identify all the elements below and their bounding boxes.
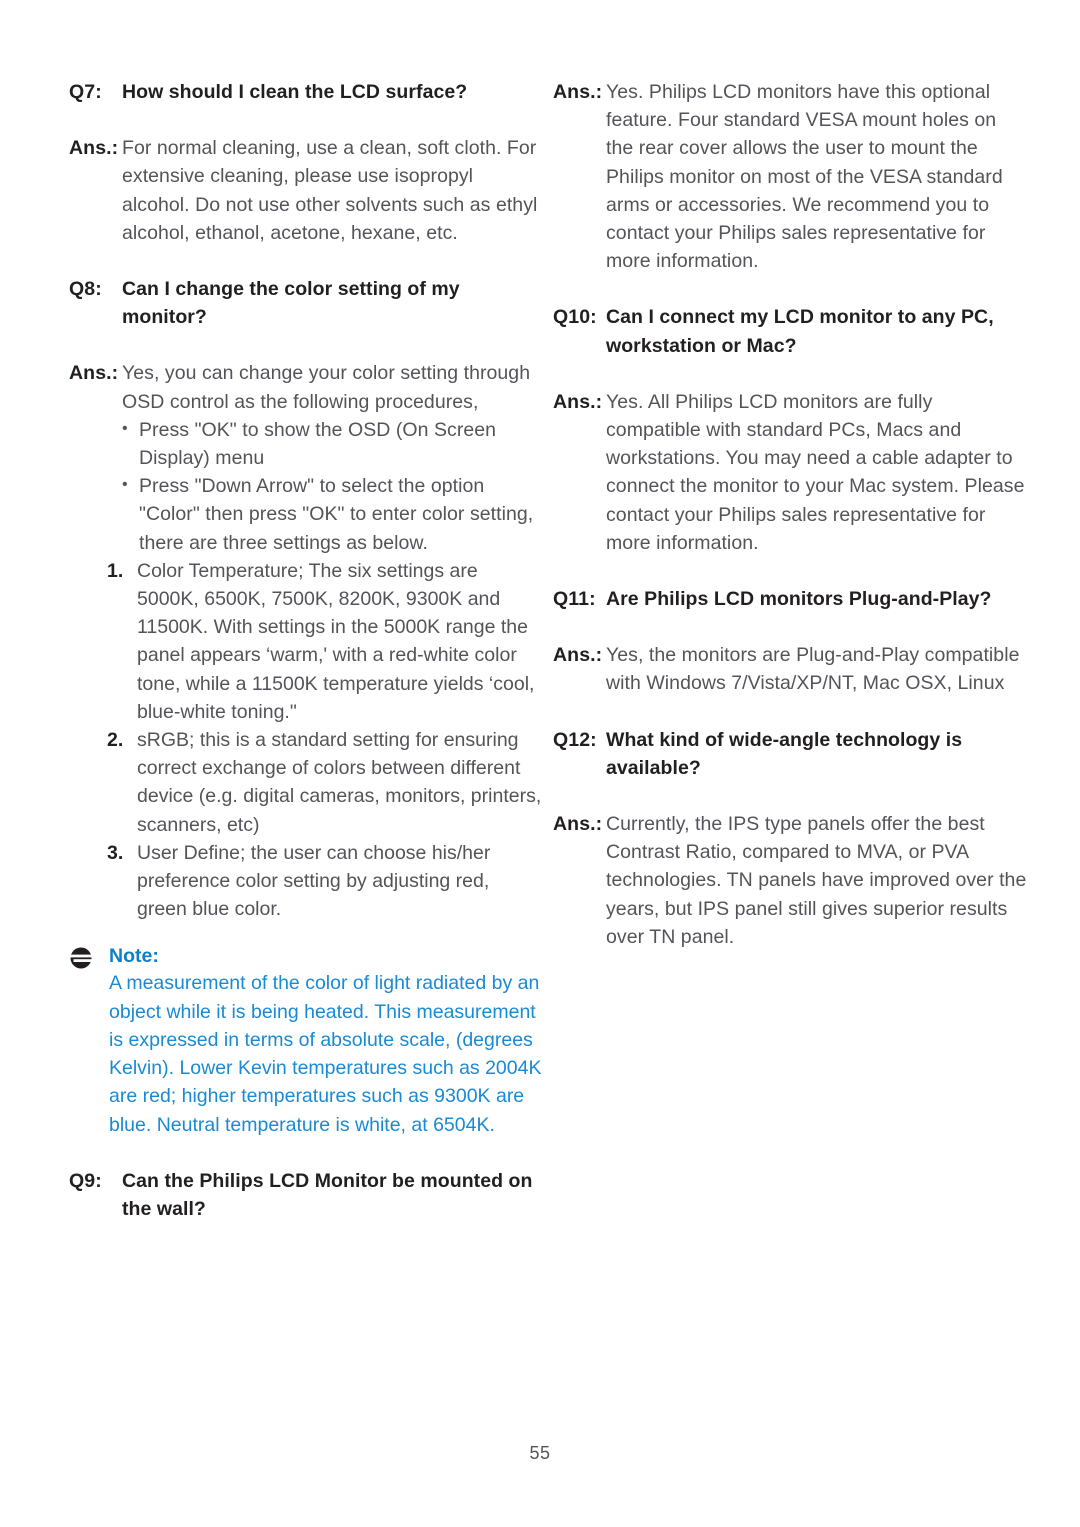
note-circle-icon — [69, 946, 93, 970]
qa-question-q8: Can I change the color setting of my mon… — [122, 278, 460, 329]
qa-answer-q10: Yes. All Philips LCD monitors are fully … — [606, 390, 1025, 554]
list-marker: 1. — [107, 559, 124, 582]
qa-label-q10: Q10: — [553, 306, 597, 329]
list-item-text: Color Temperature; The six settings are … — [137, 559, 535, 723]
qa-block-q10-answer: Ans.: Yes. All Philips LCD monitors are … — [553, 388, 1028, 557]
qa-block-q7-question: Q7: How should I clean the LCD surface? — [69, 78, 544, 106]
qa-label-q8: Q8: — [69, 278, 102, 301]
qa-answer-q8-intro: Yes, you can change your color setting t… — [122, 362, 531, 413]
list-item: Press "OK" to show the OSD (On Screen Di… — [122, 415, 544, 472]
qa-label-ans-q11: Ans.: — [553, 644, 603, 667]
qa-answer-q11: Yes, the monitors are Plug-and-Play comp… — [606, 644, 1020, 695]
q8-numbered-list: 1. Color Temperature; The six settings a… — [69, 557, 544, 924]
qa-block-q11-question: Q11: Are Philips LCD monitors Plug-and-P… — [553, 585, 1028, 613]
qa-label-q12: Q12: — [553, 728, 597, 751]
qa-label-ans-q12: Ans.: — [553, 813, 603, 836]
list-item: Press "Down Arrow" to select the option … — [122, 471, 544, 557]
qa-answer-q8: Yes, you can change your color setting t… — [122, 359, 544, 556]
qa-label-q7: Q7: — [69, 81, 102, 103]
qa-block-q12-question: Q12: What kind of wide-angle technology … — [553, 726, 1028, 782]
qa-answer-q7: For normal cleaning, use a clean, soft c… — [122, 137, 538, 244]
qa-label-ans-q7: Ans.: — [69, 137, 119, 160]
note-text: A measurement of the color of light radi… — [109, 972, 542, 1136]
qa-block-q7-answer: Ans.: For normal cleaning, use a clean, … — [69, 134, 544, 247]
qa-block-q9-answer: Ans.: Yes. Philips LCD monitors have thi… — [553, 78, 1028, 275]
note-callout: Note: A measurement of the color of ligh… — [69, 943, 544, 1138]
qa-question-q7: How should I clean the LCD surface? — [122, 81, 468, 103]
qa-label-ans-q8: Ans.: — [69, 362, 119, 385]
qa-label-q11: Q11: — [553, 588, 596, 611]
qa-question-q12: What kind of wide-angle technology is av… — [606, 728, 963, 779]
qa-label-q9: Q9: — [69, 1169, 102, 1192]
right-column: Ans.: Yes. Philips LCD monitors have thi… — [553, 78, 1028, 951]
list-item-text: sRGB; this is a standard setting for ens… — [137, 729, 542, 836]
list-item-text: User Define; the user can choose his/her… — [137, 841, 491, 921]
list-item: 1. Color Temperature; The six settings a… — [107, 557, 544, 726]
qa-answer-q12: Currently, the IPS type panels offer the… — [606, 813, 1027, 948]
qa-question-q10: Can I connect my LCD monitor to any PC, … — [606, 306, 994, 357]
page-number: 55 — [529, 1443, 551, 1463]
qa-block-q10-question: Q10: Can I connect my LCD monitor to any… — [553, 303, 1028, 359]
list-item: 2. sRGB; this is a standard setting for … — [107, 726, 544, 839]
list-item: 3. User Define; the user can choose his/… — [107, 839, 544, 924]
qa-answer-q9: Yes. Philips LCD monitors have this opti… — [606, 81, 1003, 273]
note-title: Note: — [109, 945, 159, 968]
qa-label-ans-q9: Ans.: — [553, 81, 603, 103]
qa-block-q11-answer: Ans.: Yes, the monitors are Plug-and-Pla… — [553, 641, 1028, 697]
qa-block-q9-question: Q9: Can the Philips LCD Monitor be mount… — [69, 1167, 544, 1223]
list-marker: 2. — [107, 729, 124, 752]
qa-question-q11: Are Philips LCD monitors Plug-and-Play? — [606, 588, 992, 611]
qa-block-q8-question: Q8: Can I change the color setting of my… — [69, 275, 544, 331]
qa-block-q8-answer: Ans.: Yes, you can change your color set… — [69, 359, 544, 556]
qa-question-q9: Can the Philips LCD Monitor be mounted o… — [122, 1169, 533, 1220]
qa-label-ans-q10: Ans.: — [553, 390, 603, 413]
qa-block-q12-answer: Ans.: Currently, the IPS type panels off… — [553, 810, 1028, 951]
q8-bullet-list: Press "OK" to show the OSD (On Screen Di… — [122, 415, 544, 557]
document-page: Q7: How should I clean the LCD surface? … — [0, 0, 1080, 1527]
list-marker: 3. — [107, 841, 124, 864]
left-column: Q7: How should I clean the LCD surface? … — [69, 78, 544, 1223]
